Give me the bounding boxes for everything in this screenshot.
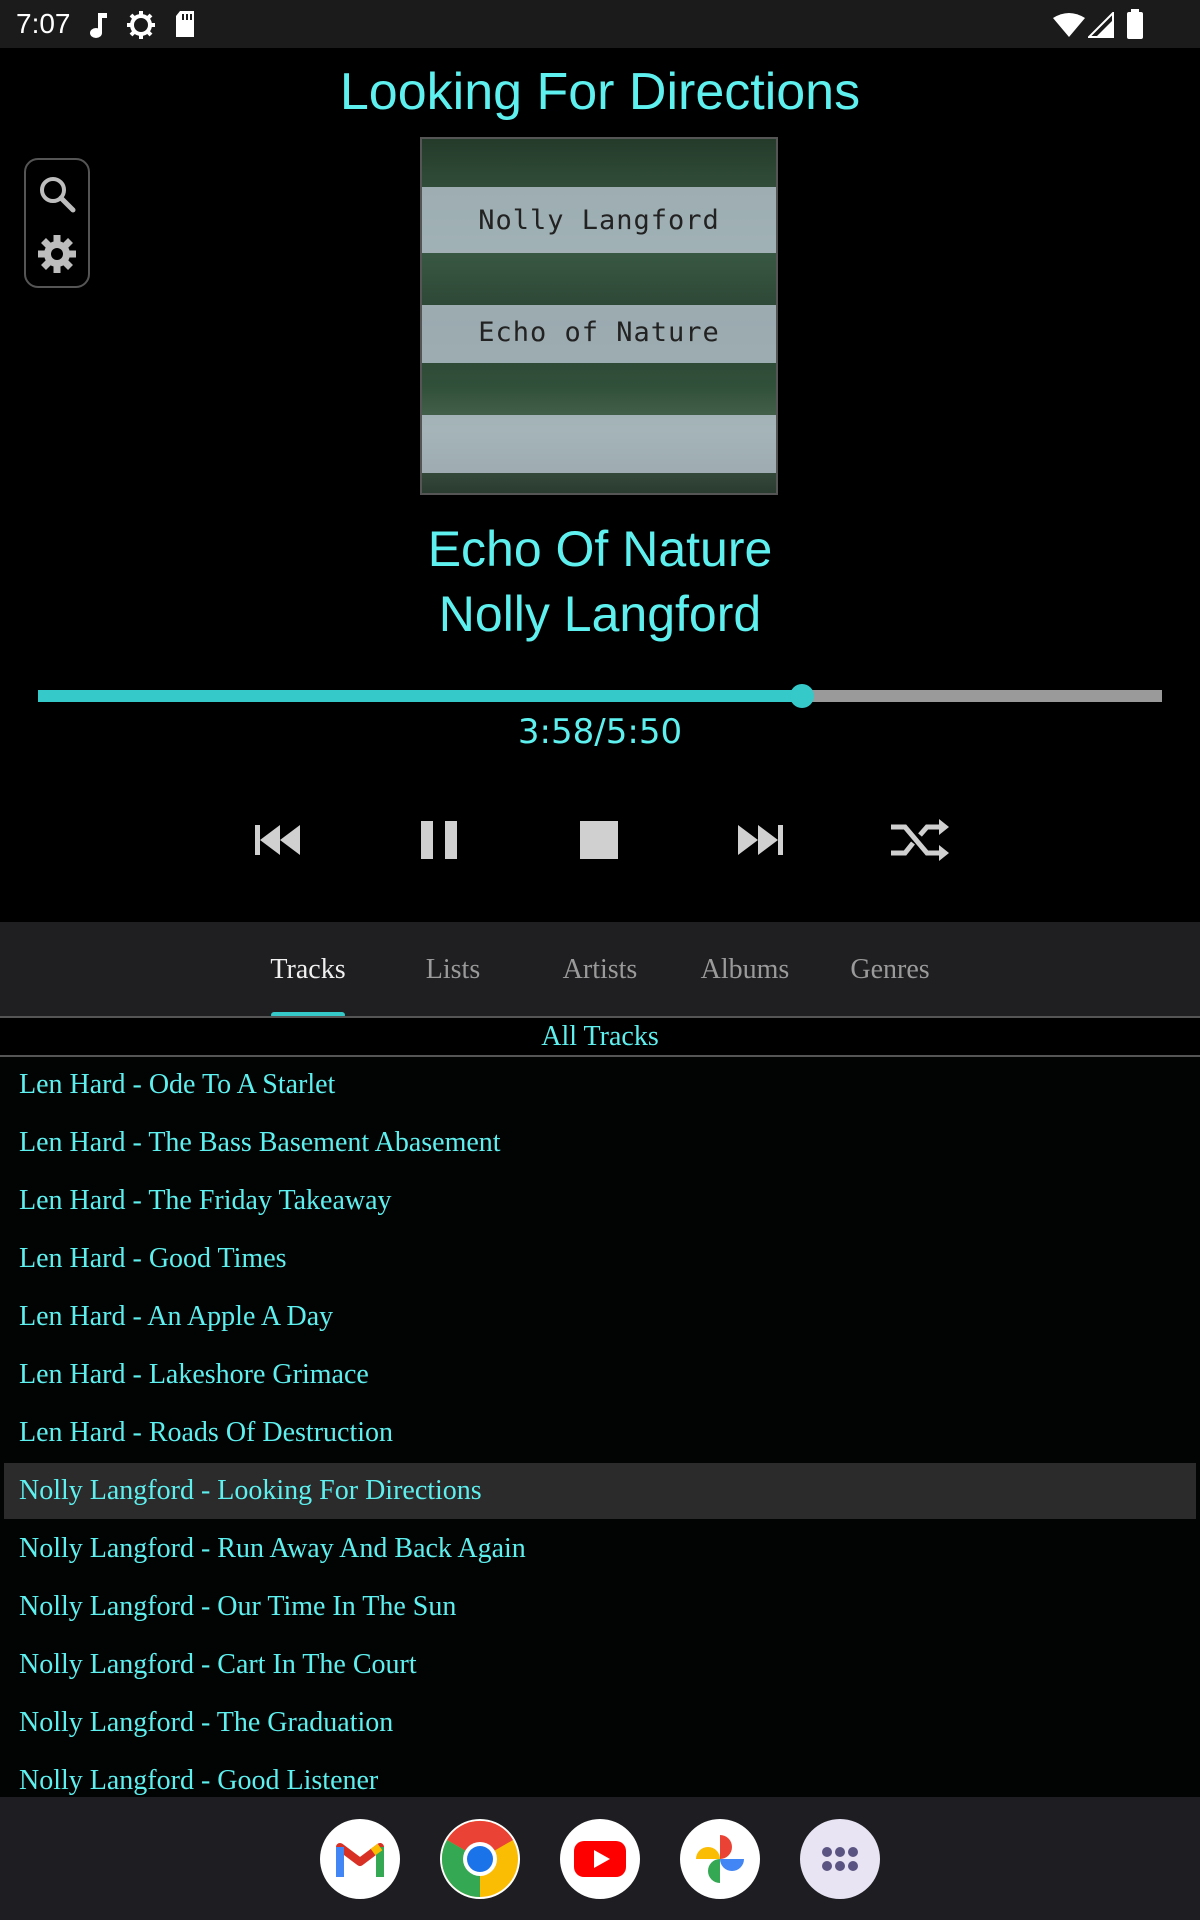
album-art-artist-text: Nolly Langford bbox=[478, 205, 720, 236]
seek-progress bbox=[38, 690, 803, 702]
track-label: Nolly Langford - The Graduation bbox=[19, 1707, 394, 1738]
tab-genres[interactable]: Genres bbox=[820, 954, 960, 986]
status-bar: 7:07 bbox=[0, 0, 1200, 48]
youtube-icon[interactable] bbox=[560, 1819, 640, 1899]
gmail-icon[interactable] bbox=[320, 1819, 400, 1899]
track-label: Len Hard - Ode To A Starlet bbox=[19, 1069, 336, 1100]
tab-bar: Tracks Lists Artists Albums Genres bbox=[0, 922, 1200, 1018]
track-label: Len Hard - Good Times bbox=[19, 1243, 287, 1274]
track-row[interactable]: Len Hard - The Friday Takeaway bbox=[4, 1173, 1196, 1229]
photos-icon[interactable] bbox=[680, 1819, 760, 1899]
shuffle-icon[interactable] bbox=[887, 815, 951, 865]
playback-time: 3:58/5:50 bbox=[517, 712, 683, 752]
side-tool-panel bbox=[24, 158, 90, 288]
track-label: Nolly Langford - Good Listener bbox=[19, 1765, 379, 1796]
tab-lists[interactable]: Lists bbox=[383, 954, 523, 986]
chrome-icon[interactable] bbox=[440, 1819, 520, 1899]
previous-icon[interactable] bbox=[247, 815, 311, 865]
track-label: Len Hard - An Apple A Day bbox=[19, 1301, 334, 1332]
album-title: Echo Of Nature bbox=[427, 521, 773, 577]
track-row[interactable]: Nolly Langford - Good Listener bbox=[4, 1753, 1196, 1797]
track-row[interactable]: Len Hard - Roads Of Destruction bbox=[4, 1405, 1196, 1461]
seek-thumb[interactable] bbox=[790, 684, 815, 708]
album-art: Nolly Langford Echo of Nature bbox=[420, 137, 778, 495]
track-row[interactable]: Len Hard - Lakeshore Grimace bbox=[4, 1347, 1196, 1403]
music-note-icon bbox=[90, 13, 107, 38]
track-label: Nolly Langford - Cart In The Court bbox=[19, 1649, 417, 1680]
track-label: Nolly Langford - Our Time In The Sun bbox=[19, 1591, 457, 1622]
track-label: Len Hard - The Friday Takeaway bbox=[19, 1185, 392, 1216]
stop-icon[interactable] bbox=[567, 815, 631, 865]
list-header: All Tracks bbox=[541, 1021, 659, 1052]
seek-bar[interactable] bbox=[38, 684, 1162, 708]
tab-tracks[interactable]: Tracks bbox=[238, 954, 378, 986]
track-row[interactable]: Nolly Langford - Cart In The Court bbox=[4, 1637, 1196, 1693]
track-row[interactable]: Nolly Langford - Our Time In The Sun bbox=[4, 1579, 1196, 1635]
track-label: Nolly Langford - Run Away And Back Again bbox=[19, 1533, 526, 1564]
track-row[interactable]: Len Hard - Ode To A Starlet bbox=[4, 1057, 1196, 1113]
track-label: Len Hard - Roads Of Destruction bbox=[19, 1417, 394, 1448]
now-playing-heading: Looking For Directions bbox=[339, 63, 861, 121]
track-row[interactable]: Nolly Langford - The Graduation bbox=[4, 1695, 1196, 1751]
battery-icon bbox=[1127, 9, 1143, 39]
sd-card-icon bbox=[176, 11, 194, 37]
next-icon[interactable] bbox=[727, 815, 791, 865]
track-list[interactable]: Len Hard - Ode To A Starlet Len Hard - Th… bbox=[0, 1057, 1200, 1797]
settings-icon[interactable] bbox=[35, 232, 79, 276]
track-label: Nolly Langford - Looking For Directions bbox=[19, 1475, 482, 1506]
settings-gear-icon bbox=[127, 11, 155, 39]
tab-artists[interactable]: Artists bbox=[530, 954, 670, 986]
wifi-icon bbox=[1053, 13, 1085, 37]
app-dock bbox=[0, 1797, 1200, 1920]
status-time: 7:07 bbox=[16, 8, 71, 39]
search-icon[interactable] bbox=[35, 172, 79, 216]
app-drawer-icon[interactable] bbox=[800, 1819, 880, 1899]
track-row[interactable]: Nolly Langford - Looking For Directions bbox=[4, 1463, 1196, 1519]
artist-name: Nolly Langford bbox=[438, 586, 762, 642]
track-row[interactable]: Len Hard - Good Times bbox=[4, 1231, 1196, 1287]
track-label: Len Hard - The Bass Basement Abasement bbox=[19, 1127, 501, 1158]
pause-icon[interactable] bbox=[407, 815, 471, 865]
cell-signal-icon bbox=[1088, 12, 1114, 38]
track-row[interactable]: Nolly Langford - Run Away And Back Again bbox=[4, 1521, 1196, 1577]
track-row[interactable]: Len Hard - An Apple A Day bbox=[4, 1289, 1196, 1345]
track-label: Len Hard - Lakeshore Grimace bbox=[19, 1359, 369, 1390]
album-art-band bbox=[422, 415, 776, 473]
album-art-album-text: Echo of Nature bbox=[478, 317, 720, 348]
track-row[interactable]: Len Hard - The Bass Basement Abasement bbox=[4, 1115, 1196, 1171]
tab-albums[interactable]: Albums bbox=[675, 954, 815, 986]
